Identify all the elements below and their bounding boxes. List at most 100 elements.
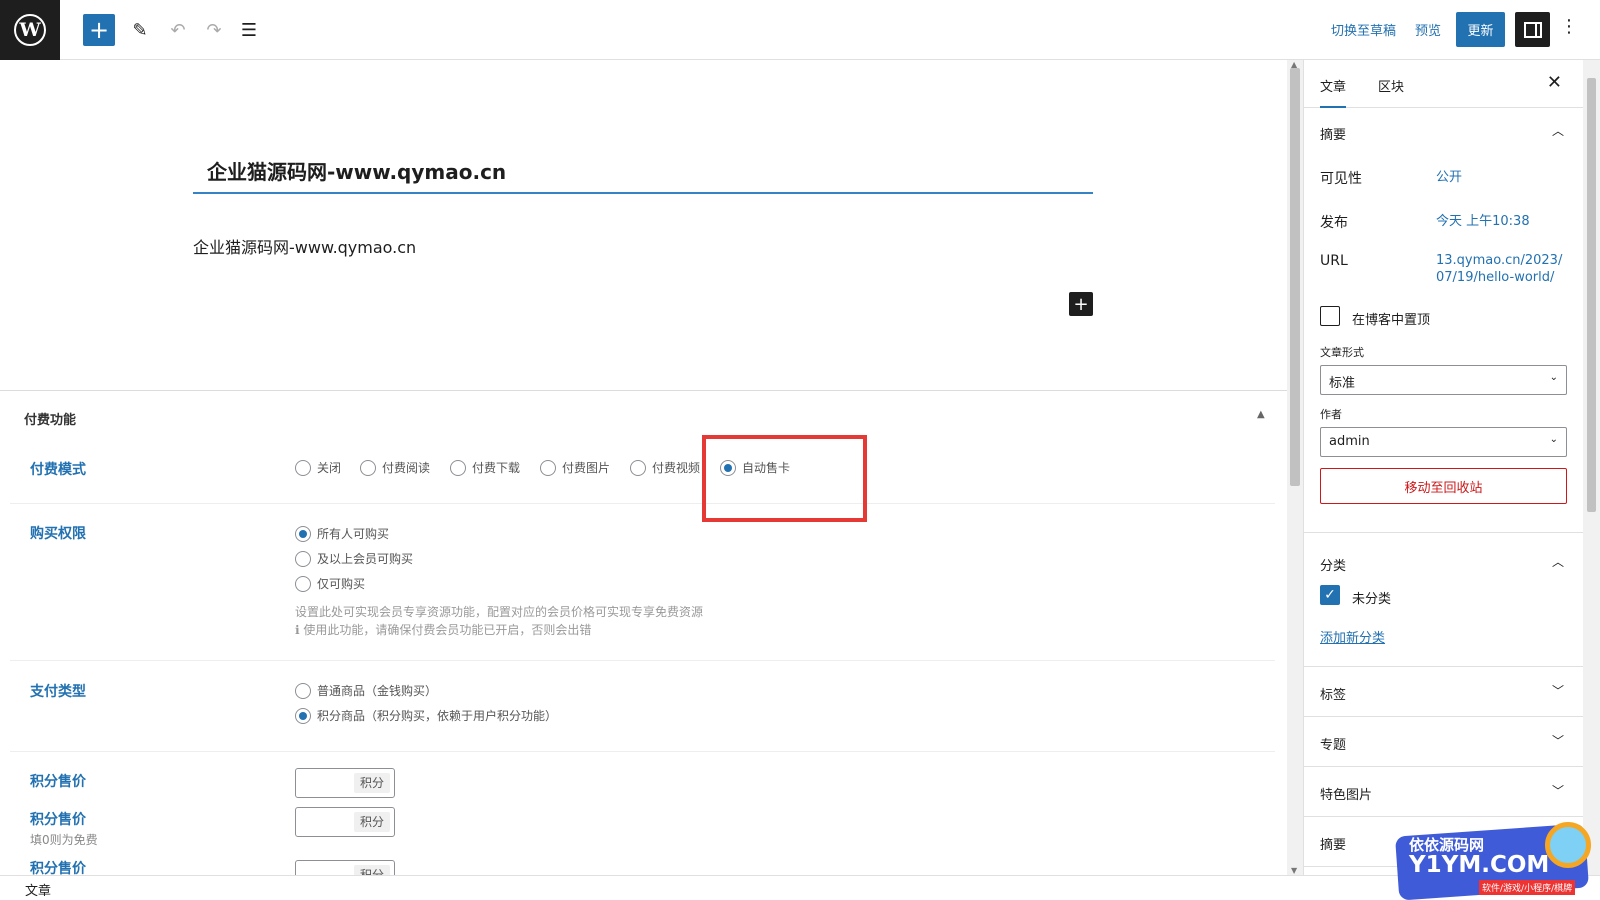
categories-panel-title[interactable]: 分类 bbox=[1320, 555, 1346, 574]
featured-image-panel-title[interactable]: 特色图片 bbox=[1320, 784, 1372, 803]
topics-panel[interactable]: 专题 ﹀ bbox=[1304, 717, 1583, 767]
wordpress-icon: W bbox=[14, 14, 46, 46]
categories-panel: 分类 ︿ ✓ 未分类 添加新分类 bbox=[1304, 533, 1583, 667]
radio-label: 付费下载 bbox=[472, 461, 521, 475]
editor-scrollbar[interactable]: ▲ ▼ bbox=[1287, 60, 1303, 875]
summary-panel: 摘要 ︿ 可见性 公开 发布 今天 上午10:38 URL 13.qymao.c… bbox=[1304, 108, 1583, 533]
excerpt-panel-title[interactable]: 摘要 bbox=[1320, 834, 1346, 853]
points-price-hint: 填0则为免费 bbox=[30, 833, 98, 847]
radio-icon bbox=[630, 459, 646, 476]
divider bbox=[10, 751, 1275, 752]
sticky-checkbox[interactable] bbox=[1320, 306, 1340, 326]
tab-post[interactable]: 文章 bbox=[1320, 76, 1347, 108]
author-label: 作者 bbox=[1320, 408, 1342, 421]
settings-sidebar: 文章 区块 ✕ 摘要 ︿ 可见性 公开 发布 今天 上午10:38 URL 13… bbox=[1303, 60, 1583, 875]
pay-type-label: 支付类型 bbox=[30, 684, 86, 700]
category-label: 未分类 bbox=[1352, 592, 1392, 607]
tab-block[interactable]: 区块 bbox=[1378, 76, 1404, 95]
chevron-down-icon: ⌄ bbox=[1549, 434, 1558, 445]
radio-label: 积分商品（积分购买，依赖于用户积分功能） bbox=[317, 709, 558, 723]
undo-button[interactable]: ↶ bbox=[162, 14, 194, 46]
chevron-down-icon[interactable]: ﹀ bbox=[1552, 732, 1564, 749]
radio-icon bbox=[450, 459, 466, 476]
points-price-input[interactable]: 积分 bbox=[295, 768, 395, 798]
help-text: 设置此处可实现会员专享资源功能，配置对应的会员价格可实现专享免费资源 bbox=[295, 605, 704, 619]
add-new-category-link[interactable]: 添加新分类 bbox=[1320, 627, 1385, 646]
update-button[interactable]: 更新 bbox=[1456, 12, 1505, 47]
magnifier-icon bbox=[1545, 822, 1591, 868]
perm-radio-only[interactable]: 仅可购买 bbox=[295, 575, 365, 592]
annotation-highlight-box bbox=[702, 435, 867, 522]
radio-label: 及以上会员可购买 bbox=[317, 552, 414, 566]
close-sidebar-button[interactable]: ✕ bbox=[1547, 72, 1562, 93]
post-title-input[interactable]: 企业猫源码网-www.qymao.cn bbox=[193, 148, 1093, 194]
perm-radio-everyone[interactable]: 所有人可购买 bbox=[295, 525, 389, 542]
scroll-down-icon[interactable]: ▼ bbox=[1291, 866, 1297, 875]
redo-button[interactable]: ↷ bbox=[198, 14, 230, 46]
url-link-line2[interactable]: 07/19/hello-world/ bbox=[1436, 269, 1554, 286]
tags-panel-title[interactable]: 标签 bbox=[1320, 684, 1346, 703]
pay-mode-radio-image[interactable]: 付费图片 bbox=[540, 459, 610, 476]
points-price-label-3: 积分售价 bbox=[30, 861, 86, 875]
post-format-label: 文章形式 bbox=[1320, 346, 1364, 359]
pay-mode-radio-video[interactable]: 付费视频 bbox=[630, 459, 700, 476]
paragraph-block[interactable]: 企业猫源码网-www.qymao.cn bbox=[193, 234, 416, 258]
select-value: admin bbox=[1329, 434, 1370, 449]
watermark-line3: 软件/游戏/小程序/棋牌 bbox=[1479, 880, 1576, 895]
publish-label: 发布 bbox=[1320, 215, 1348, 231]
chevron-down-icon[interactable]: ﹀ bbox=[1552, 682, 1564, 699]
more-options-button[interactable]: ⋮ bbox=[1560, 16, 1578, 37]
radio-icon bbox=[295, 682, 311, 699]
scrollbar-thumb[interactable] bbox=[1587, 78, 1596, 512]
category-checkbox-uncategorized[interactable]: ✓ bbox=[1320, 585, 1340, 605]
radio-icon bbox=[295, 575, 311, 592]
radio-icon bbox=[295, 550, 311, 567]
undo-icon: ↶ bbox=[170, 19, 186, 41]
sidebar-icon bbox=[1523, 21, 1542, 38]
metabox-title: 付费功能 bbox=[24, 413, 77, 428]
perm-radio-member[interactable]: 及以上会员可购买 bbox=[295, 550, 413, 567]
tools-button[interactable]: ✎ bbox=[124, 14, 156, 46]
list-view-button[interactable]: ☰ bbox=[233, 14, 265, 46]
settings-toggle-button[interactable] bbox=[1515, 12, 1550, 47]
radio-label: 仅可购买 bbox=[317, 577, 366, 591]
pay-type-radio-points[interactable]: 积分商品（积分购买，依赖于用户积分功能） bbox=[295, 707, 557, 724]
topics-panel-title[interactable]: 专题 bbox=[1320, 734, 1346, 753]
unit-addon: 积分 bbox=[353, 865, 390, 875]
visibility-value-link[interactable]: 公开 bbox=[1436, 169, 1462, 186]
post-format-select[interactable]: 标准 ⌄ bbox=[1320, 365, 1567, 395]
summary-panel-title[interactable]: 摘要 bbox=[1320, 124, 1346, 143]
chevron-up-icon[interactable]: ︿ bbox=[1552, 553, 1564, 570]
radio-checked-icon bbox=[295, 525, 311, 542]
points-price-input-2[interactable]: 积分 bbox=[295, 807, 395, 837]
watermark-line2: Y1YM.COM bbox=[1409, 852, 1550, 878]
warning-text: ℹ 使用此功能，请确保付费会员功能已开启，否则会出错 bbox=[295, 621, 591, 638]
author-select[interactable]: admin ⌄ bbox=[1320, 427, 1567, 457]
warning-text-content: 使用此功能，请确保付费会员功能已开启，否则会出错 bbox=[303, 623, 592, 637]
chevron-down-icon[interactable]: ﹀ bbox=[1552, 782, 1564, 799]
move-to-trash-button[interactable]: 移动至回收站 bbox=[1320, 468, 1567, 504]
pay-mode-radio-off[interactable]: 关闭 bbox=[295, 459, 341, 476]
tags-panel[interactable]: 标签 ﹀ bbox=[1304, 667, 1583, 717]
pay-mode-radio-read[interactable]: 付费阅读 bbox=[360, 459, 430, 476]
pay-mode-radio-download[interactable]: 付费下载 bbox=[450, 459, 520, 476]
wordpress-logo[interactable]: W bbox=[0, 0, 60, 60]
add-block-button[interactable]: + bbox=[83, 14, 115, 46]
publish-date-link[interactable]: 今天 上午10:38 bbox=[1436, 213, 1530, 230]
url-label: URL bbox=[1320, 253, 1348, 269]
switch-to-draft-link[interactable]: 切换至草稿 bbox=[1331, 20, 1396, 39]
inline-add-block-button[interactable]: + bbox=[1069, 292, 1093, 316]
chevron-up-icon[interactable]: ︿ bbox=[1552, 122, 1564, 139]
breadcrumb-item[interactable]: 文章 bbox=[25, 880, 51, 899]
preview-link[interactable]: 预览 bbox=[1415, 20, 1441, 39]
featured-image-panel[interactable]: 特色图片 ﹀ bbox=[1304, 767, 1583, 817]
scrollbar-thumb[interactable] bbox=[1290, 68, 1300, 486]
url-link-line1[interactable]: 13.qymao.cn/2023/ bbox=[1436, 252, 1562, 269]
metabox-collapse-toggle[interactable]: ▲ bbox=[1257, 409, 1265, 420]
radio-label: 普通商品（金钱购买） bbox=[317, 684, 438, 698]
block-breadcrumb-footer: 文章 bbox=[0, 875, 1600, 900]
pay-type-radio-money[interactable]: 普通商品（金钱购买） bbox=[295, 682, 437, 699]
points-price-input-3[interactable]: 积分 bbox=[295, 860, 395, 875]
sidebar-scrollbar[interactable] bbox=[1583, 60, 1600, 875]
unit-addon: 积分 bbox=[353, 773, 390, 793]
